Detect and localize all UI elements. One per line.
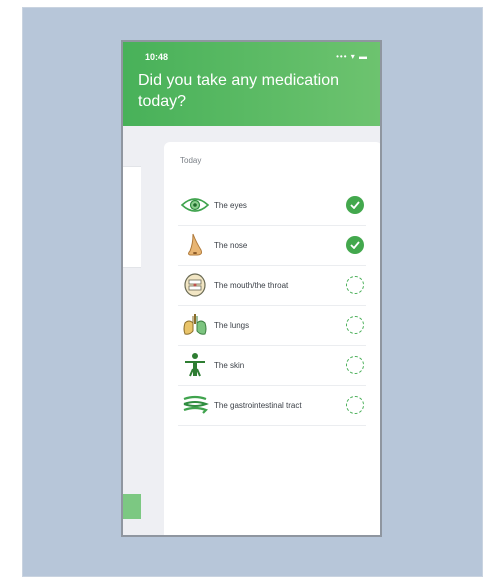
unchecked-icon[interactable]: [346, 276, 364, 294]
header: 10:48 ••• ▾ ▬ Did you take any medicatio…: [123, 42, 380, 126]
medication-card: Today The eyes The nose The mouth/the th…: [164, 142, 380, 535]
item-label: The nose: [214, 240, 248, 250]
unchecked-icon[interactable]: [346, 396, 364, 414]
list-item[interactable]: The mouth/the throat: [178, 265, 366, 306]
previous-card-strip: [123, 494, 141, 519]
checked-icon[interactable]: [346, 196, 364, 214]
phone-screen: 10:48 ••• ▾ ▬ Did you take any medicatio…: [121, 40, 382, 537]
list-item[interactable]: The eyes: [178, 185, 366, 226]
status-icons: ••• ▾ ▬: [336, 52, 368, 61]
list-item[interactable]: The nose: [178, 225, 366, 266]
list-item[interactable]: The skin: [178, 345, 366, 386]
status-time: 10:48: [145, 52, 169, 62]
eye-icon: [178, 190, 212, 220]
checked-icon[interactable]: [346, 236, 364, 254]
list-item[interactable]: The lungs: [178, 305, 366, 346]
list-item[interactable]: The gastrointestinal tract: [178, 385, 366, 426]
item-label: The gastrointestinal tract: [214, 400, 302, 410]
unchecked-icon[interactable]: [346, 316, 364, 334]
previous-card-edge: [123, 166, 141, 268]
item-label: The eyes: [214, 200, 247, 210]
skin-icon: [178, 350, 212, 380]
unchecked-icon[interactable]: [346, 356, 364, 374]
section-label: Today: [180, 156, 202, 165]
item-label: The lungs: [214, 320, 250, 330]
page-title: Did you take any medication today?: [138, 72, 339, 110]
lungs-icon: [178, 310, 212, 340]
gastrointestinal-icon: [178, 390, 212, 420]
item-label: The mouth/the throat: [214, 280, 289, 290]
item-label: The skin: [214, 360, 245, 370]
nose-icon: [178, 230, 212, 260]
mouth-throat-icon: [178, 270, 212, 300]
